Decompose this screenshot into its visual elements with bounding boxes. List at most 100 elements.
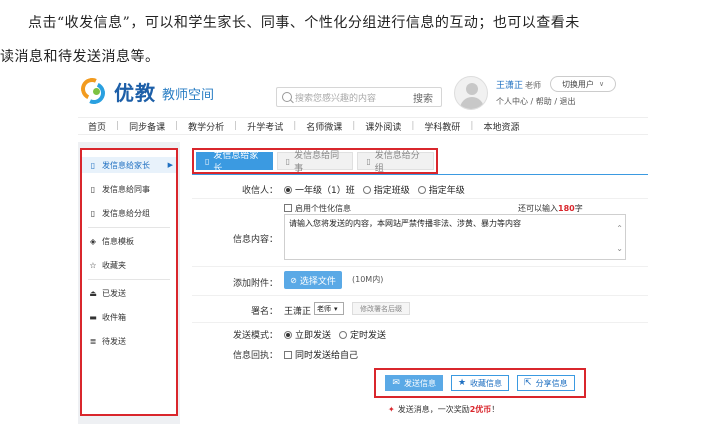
list-icon: ≣ (89, 336, 97, 346)
chevron-right-icon: ▶ (167, 161, 173, 169)
scrollbar-arrows-icon[interactable]: ⌃ ⌄ (616, 219, 623, 259)
reward-amount: 2优币 (469, 405, 492, 414)
user-name[interactable]: 王潇正 老师 (496, 78, 541, 91)
search-icon (282, 92, 292, 102)
envelope-icon: ✉ (392, 378, 400, 388)
send-mode-options: 立即发送 定时发送 (284, 328, 394, 341)
nav-item-lesson-prep[interactable]: 同步备课 (119, 120, 175, 133)
send-message-button[interactable]: ✉ 发送信息 (385, 375, 443, 391)
attach-label: 添加附件： (232, 279, 278, 289)
brand-subtitle: 教师空间 (162, 87, 215, 103)
personal-info-toggle[interactable]: 启用个性化信息 (284, 203, 351, 214)
chevron-down-icon: ▾ (334, 304, 338, 313)
tab-send-parents[interactable]: ▯ 发信息给家长 (196, 151, 273, 174)
recipient-option-label: 指定班级 (373, 186, 410, 196)
nav-item-micro-lessons[interactable]: 名师微课 (296, 120, 352, 133)
intro-text: 点击“收发信息”，可以和学生家长、同事、个性化分组进行信息的互动；也可以查看未 … (0, 6, 706, 74)
sidebar-item-templates[interactable]: ◈ 信息模板 (88, 233, 174, 249)
sidebar-item-label: 信息模板 (102, 236, 134, 246)
search-box[interactable]: 搜索您感兴趣的内容 搜索 (276, 87, 442, 107)
receipt-toggle[interactable]: 同时发送给自己 (284, 348, 358, 361)
reward-prefix: 发送消息，一次奖励 (397, 405, 470, 414)
avatar[interactable] (454, 76, 488, 110)
nav-item-analysis[interactable]: 教学分析 (178, 120, 234, 133)
sidebar-item-send-colleagues[interactable]: ▯ 发信息给同事 (88, 181, 174, 197)
tab-send-groups[interactable]: ▯ 发信息给分组 (357, 151, 435, 174)
row-divider (192, 266, 648, 267)
sidebar-item-sent[interactable]: ⏏ 已发送 (88, 285, 174, 301)
message-textarea[interactable]: 请输入您将发送的内容，本网站严禁传播非法、涉黄、暴力等内容 ⌃ ⌄ (284, 214, 626, 260)
paperclip-icon: ⊘ (290, 275, 297, 285)
recipient-option-specified-class[interactable]: 指定班级 (362, 183, 410, 196)
switch-user-button[interactable]: 切换用户 ∨ (550, 76, 616, 92)
sidebar-item-label: 收藏夹 (102, 260, 126, 270)
favorite-message-button[interactable]: ★ 收藏信息 (450, 375, 510, 391)
user-name-text[interactable]: 王潇正 (496, 81, 523, 91)
sidebar-item-label: 发信息给分组 (102, 208, 150, 218)
nav-item-reading[interactable]: 课外阅读 (355, 120, 411, 133)
message-textarea-text: 请输入您将发送的内容，本网站严禁传播非法、涉黄、暴力等内容 (289, 219, 521, 228)
main-content: ▯ 发信息给家长 ▯ 发信息给同事 ▯ 发信息给分组 收信人： 一年级（1）班 … (188, 142, 648, 424)
sidebar-menu: ▯ 发信息给家长 ▶ ▯ 发信息给同事 ▯ 发信息给分组 ◈ 信息模板 ☆ 收藏… (80, 148, 178, 416)
main-nav: 首页 | 同步备课 | 教学分析 | 升学考试 | 名师微课 | 课外阅读 | … (78, 117, 648, 135)
row-divider (192, 295, 648, 296)
sign-label: 署名： (250, 307, 278, 317)
row-divider (192, 322, 648, 323)
sidebar-item-favorites[interactable]: ☆ 收藏夹 (88, 257, 174, 273)
send-mode-immediate[interactable]: 立即发送 (284, 328, 331, 341)
sidebar-item-label: 收件箱 (102, 312, 126, 322)
tab-bar: ▯ 发信息给家长 ▯ 发信息给同事 ▯ 发信息给分组 (192, 148, 438, 174)
recipient-option-specified-grade[interactable]: 指定年级 (417, 183, 465, 196)
personal-info-label: 启用个性化信息 (295, 204, 351, 213)
radio-selected-icon (284, 330, 292, 339)
receipt-option-label: 同时发送给自己 (295, 351, 359, 361)
sidebar-item-send-parents[interactable]: ▯ 发信息给家长 ▶ (82, 157, 176, 173)
recipient-option-class[interactable]: 一年级（1）班 (284, 183, 355, 196)
sidebar: ▯ 发信息给家长 ▶ ▯ 发信息给同事 ▯ 发信息给分组 ◈ 信息模板 ☆ 收藏… (78, 142, 180, 424)
choose-file-label: 选择文件 (299, 276, 336, 287)
reward-suffix: ！ (491, 405, 500, 414)
logo[interactable]: 优教 教师空间 (77, 74, 215, 108)
logo-icon (77, 74, 109, 108)
tab-send-colleagues[interactable]: ▯ 发信息给同事 (276, 151, 354, 174)
tray-icon: ⏏ (89, 288, 97, 298)
char-limit-prefix: 还可以输入 (518, 204, 558, 213)
choose-file-button[interactable]: ⊘ 选择文件 (284, 271, 342, 289)
radio-icon (362, 185, 371, 194)
modify-sign-button[interactable]: 修改署名后缀 (352, 302, 410, 315)
checkbox-icon (284, 204, 292, 212)
tab-underline (192, 174, 648, 175)
recipient-option-label: 一年级（1）班 (295, 186, 355, 196)
nav-item-local-resources[interactable]: 本地资源 (473, 120, 529, 133)
sign-name: 王潇正 (284, 307, 312, 317)
layers-icon: ◈ (89, 236, 97, 246)
nav-item-home[interactable]: 首页 (78, 120, 116, 133)
user-links[interactable]: 个人中心 / 帮助 / 退出 (496, 96, 576, 107)
nav-item-research[interactable]: 学科教研 (414, 120, 470, 133)
intro-line-1: 点击“收发信息”，可以和学生家长、同事、个性化分组进行信息的互动；也可以查看未 (28, 15, 580, 31)
checkbox-icon (284, 351, 292, 359)
tab-label: 发信息给分组 (374, 151, 420, 174)
send-mode-label: 发送模式： (232, 331, 278, 341)
nav-item-exams[interactable]: 升学考试 (237, 120, 293, 133)
sidebar-item-inbox[interactable]: ▬ 收件箱 (88, 309, 174, 325)
search-button[interactable]: 搜索 (405, 90, 441, 105)
share-message-button[interactable]: ⇱ 分享信息 (517, 375, 575, 391)
intro-line-2: 读消息和待发送消息等。 (0, 49, 160, 65)
switch-user-label: 切换用户 (561, 79, 594, 89)
sidebar-item-pending[interactable]: ≣ 待发送 (88, 333, 174, 349)
send-mode-label: 定时发送 (350, 331, 387, 341)
reward-note: ✦ 发送消息，一次奖励2优币！ (388, 404, 499, 415)
recipient-options: 一年级（1）班 指定班级 指定年级 (284, 183, 473, 196)
content-label: 信息内容： (232, 235, 278, 245)
sidebar-item-send-groups[interactable]: ▯ 发信息给分组 (88, 205, 174, 221)
attach-size-hint: (10M内) (352, 275, 384, 284)
send-mode-label: 立即发送 (295, 331, 332, 341)
sign-suffix-select[interactable]: 老师 ▾ (314, 302, 344, 315)
share-message-label: 分享信息 (535, 378, 568, 388)
send-mode-scheduled[interactable]: 定时发送 (339, 328, 386, 341)
sidebar-item-label: 已发送 (102, 288, 126, 298)
search-input[interactable]: 搜索您感兴趣的内容 (295, 91, 405, 104)
send-message-label: 发送信息 (403, 378, 436, 388)
sidebar-item-label: 发信息给同事 (102, 184, 150, 194)
